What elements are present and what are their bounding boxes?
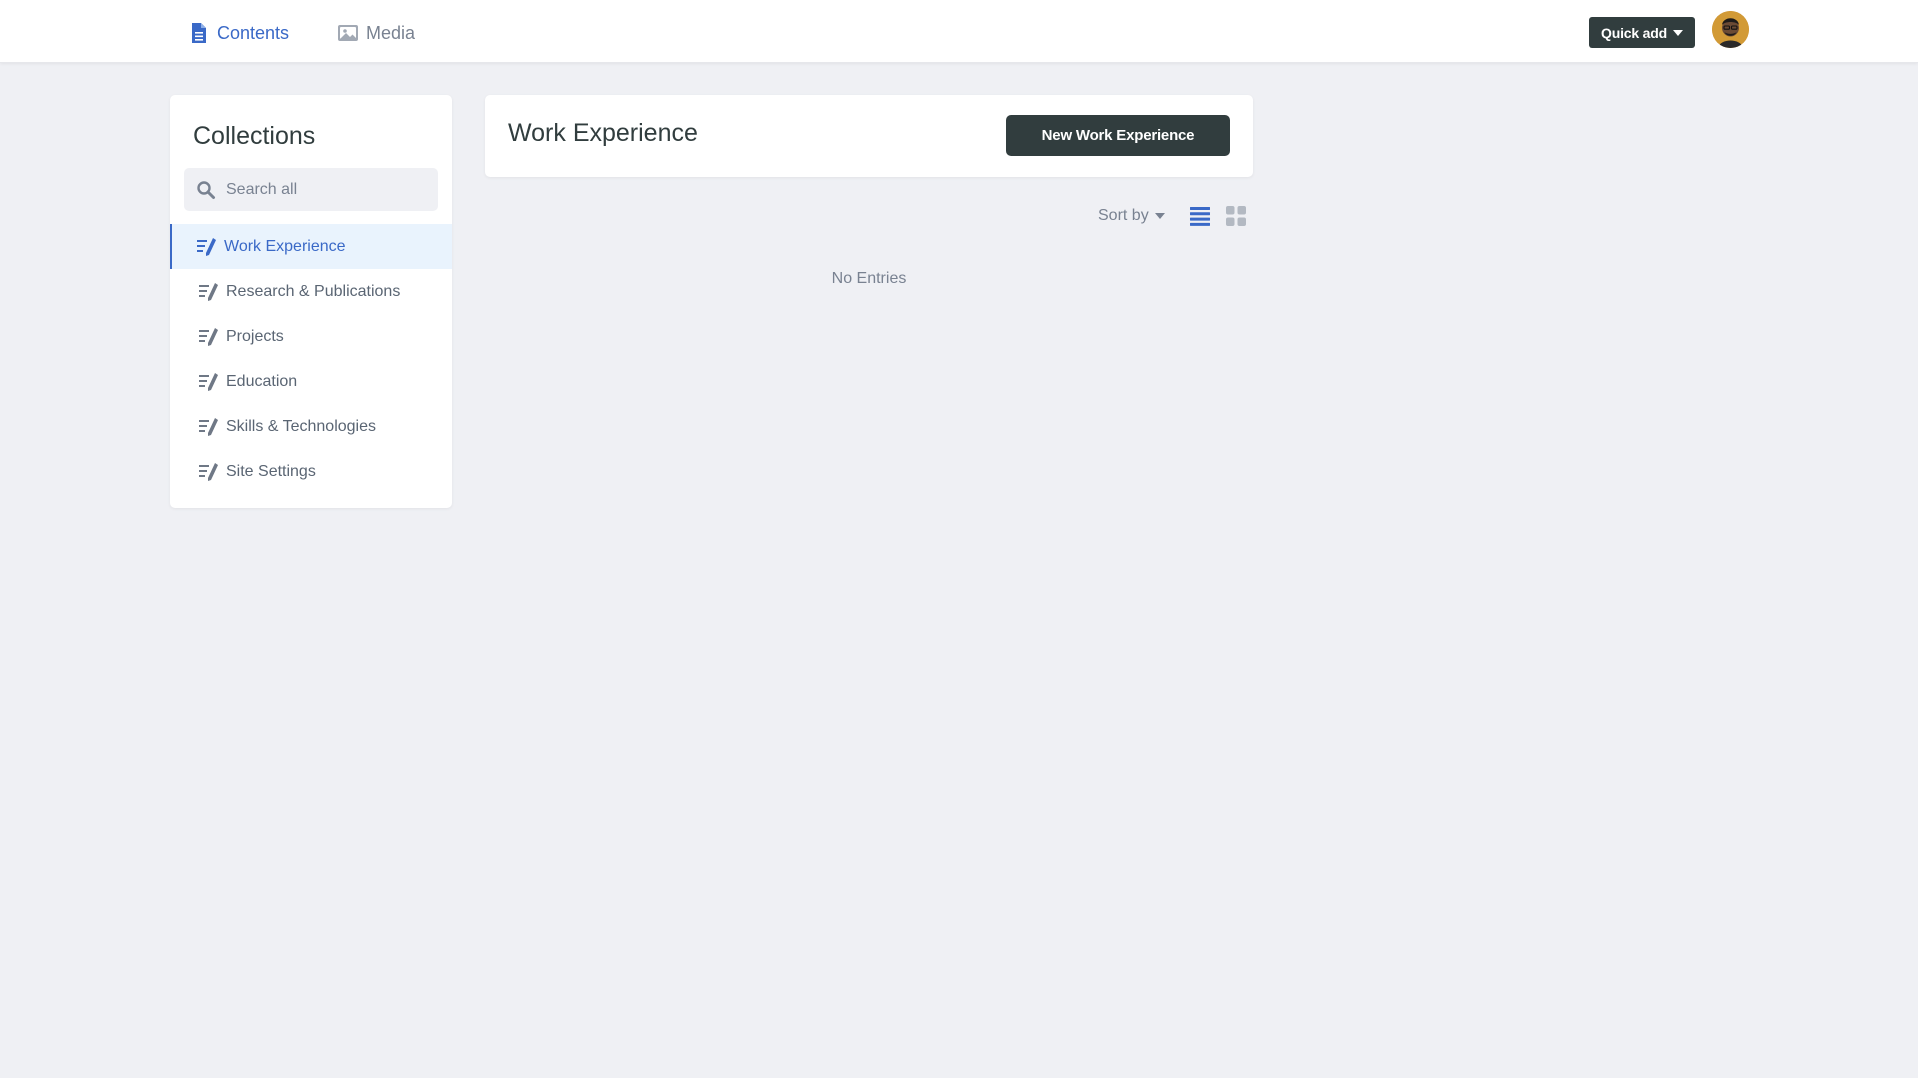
user-avatar-icon	[1712, 11, 1749, 48]
sidebar-item-skills-technologies[interactable]: Skills & Technologies	[170, 404, 452, 449]
search-input[interactable]	[224, 179, 424, 200]
sidebar-item-label: Research & Publications	[226, 282, 401, 300]
quick-add-label: Quick add	[1601, 24, 1667, 41]
sidebar-item-education[interactable]: Education	[170, 359, 452, 404]
sidebar-item-research-publications[interactable]: Research & Publications	[170, 269, 452, 314]
sidebar-item-projects[interactable]: Projects	[170, 314, 452, 359]
collection-pencil-icon	[198, 282, 220, 302]
collection-header: Work Experience New Work Experience	[485, 95, 1253, 177]
avatar[interactable]	[1712, 11, 1749, 48]
new-entry-button[interactable]: New Work Experience	[1006, 115, 1230, 156]
sidebar-item-site-settings[interactable]: Site Settings	[170, 449, 452, 494]
search-box[interactable]	[184, 168, 438, 211]
collection-pencil-icon	[198, 327, 220, 347]
image-icon	[337, 22, 359, 44]
sidebar-item-label: Work Experience	[224, 237, 346, 255]
list-view-icon[interactable]	[1187, 203, 1213, 229]
page-title: Work Experience	[508, 119, 698, 147]
sidebar-item-label: Projects	[226, 327, 284, 345]
sort-by-label: Sort by	[1098, 207, 1149, 224]
chevron-down-icon	[1672, 30, 1683, 36]
collection-pencil-icon	[198, 462, 220, 482]
grid-view-icon[interactable]	[1223, 203, 1249, 229]
collection-list: Work Experience Research & Publications	[170, 224, 452, 494]
top-nav-bar: Contents Media Quick add	[0, 0, 1918, 63]
nav-tab-contents[interactable]: Contents	[188, 20, 289, 46]
nav-tab-contents-label: Contents	[217, 22, 290, 43]
collection-pencil-icon	[196, 237, 218, 257]
nav-tab-media-label: Media	[366, 22, 416, 43]
sidebar-item-work-experience[interactable]: Work Experience	[170, 224, 452, 269]
sidebar-title: Collections	[193, 122, 316, 150]
sort-by-dropdown[interactable]: Sort by	[1098, 207, 1165, 225]
document-icon	[188, 22, 210, 44]
nav-tab-media[interactable]: Media	[337, 20, 415, 46]
chevron-down-icon	[1154, 213, 1165, 219]
sidebar-item-label: Site Settings	[226, 462, 316, 480]
sidebar-item-label: Education	[226, 372, 298, 390]
empty-state-message: No Entries	[831, 270, 907, 287]
collections-sidebar: Collections Work Experience	[170, 95, 452, 508]
sidebar-item-label: Skills & Technologies	[226, 417, 377, 435]
collection-pencil-icon	[198, 372, 220, 392]
search-icon	[196, 180, 216, 200]
entries-toolbar: Sort by	[1098, 202, 1249, 230]
collection-pencil-icon	[198, 417, 220, 437]
quick-add-button[interactable]: Quick add	[1589, 17, 1695, 48]
